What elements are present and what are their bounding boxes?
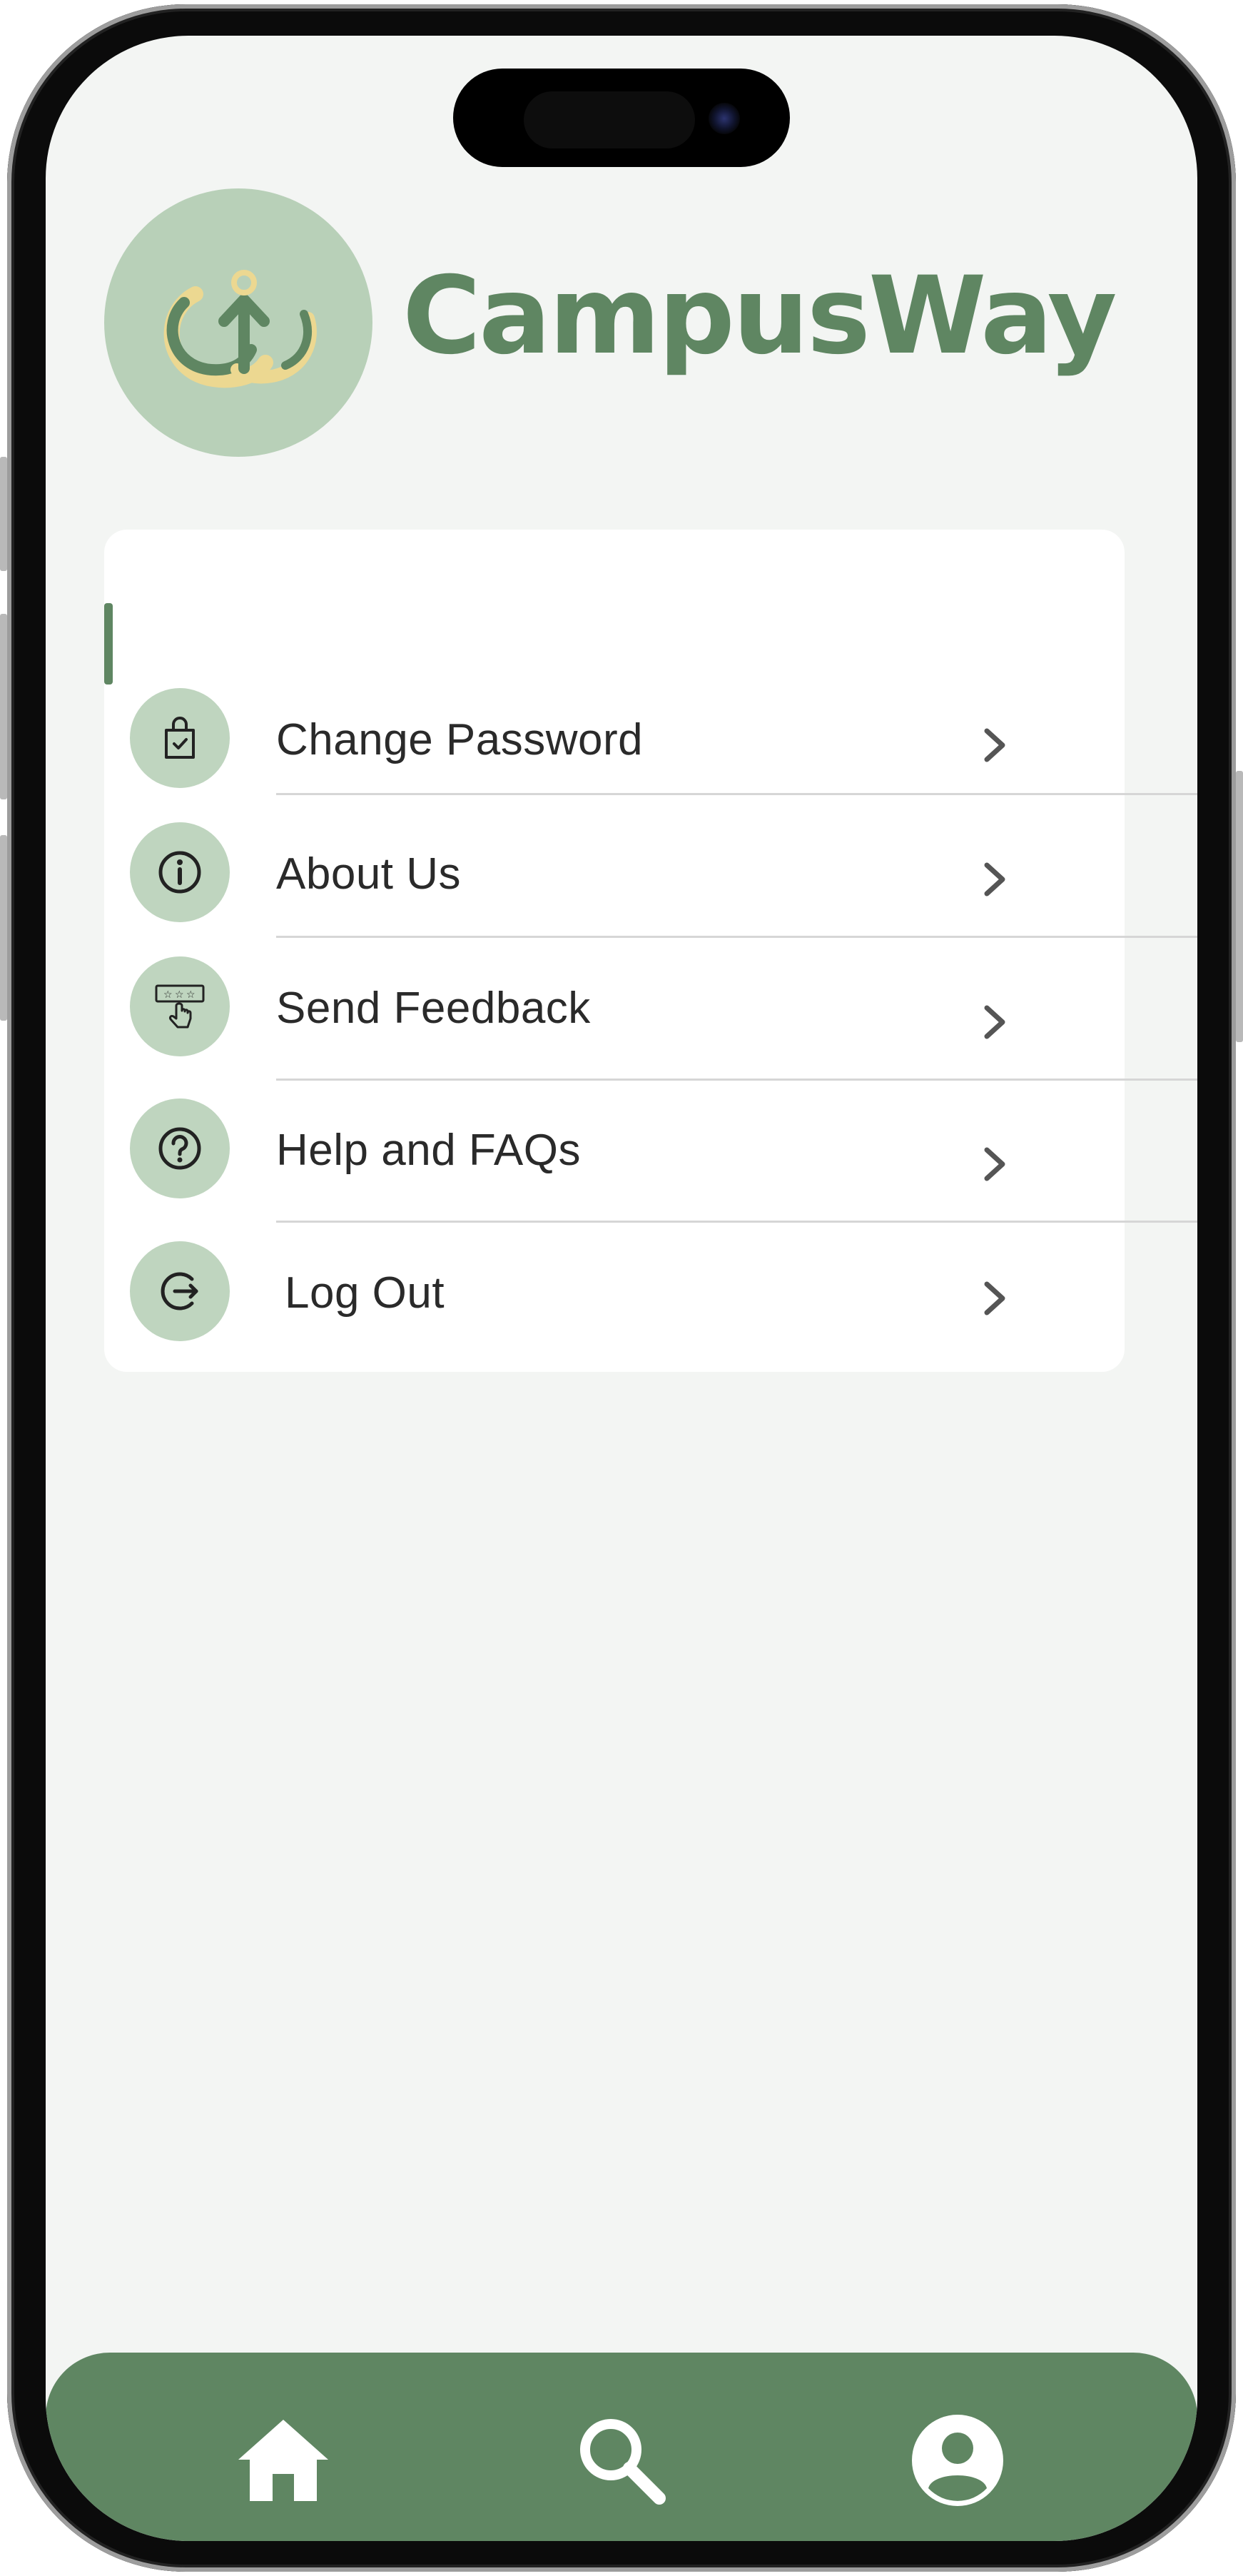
home-icon xyxy=(238,2420,328,2501)
chevron-right-icon xyxy=(984,1147,1005,1181)
divider xyxy=(276,1079,1197,1081)
logout-icon xyxy=(130,1241,230,1341)
divider xyxy=(276,936,1197,938)
volume-down-button xyxy=(0,835,7,1021)
nav-profile-button[interactable] xyxy=(911,2414,1004,2507)
info-icon xyxy=(130,822,230,922)
app-logo xyxy=(104,188,372,457)
campusway-logo-icon xyxy=(163,270,317,388)
feedback-rating-icon: ☆ ☆ ☆ xyxy=(130,956,230,1056)
chevron-right-icon xyxy=(984,862,1005,896)
chevron-right-icon xyxy=(984,728,1005,762)
menu-item-label: Log Out xyxy=(285,1268,445,1318)
menu-item-change-password[interactable]: Change Password xyxy=(46,681,1197,788)
divider xyxy=(276,1221,1197,1223)
password-bag-icon xyxy=(130,688,230,788)
front-camera xyxy=(709,103,740,134)
menu-item-label: Change Password xyxy=(276,715,644,764)
menu-item-label: Help and FAQs xyxy=(276,1126,581,1175)
divider xyxy=(276,793,1197,795)
search-icon xyxy=(580,2419,666,2505)
card-accent-bar xyxy=(104,603,113,685)
svg-text:☆: ☆ xyxy=(186,989,196,1001)
chevron-right-icon xyxy=(984,1281,1005,1315)
nav-home-button[interactable] xyxy=(237,2414,330,2507)
menu-item-send-feedback[interactable]: ☆ ☆ ☆ Send Feedback xyxy=(46,949,1197,1056)
profile-icon xyxy=(912,2415,1003,2506)
menu-item-label: About Us xyxy=(276,849,462,899)
nav-search-button[interactable] xyxy=(575,2414,668,2507)
menu-item-label: Send Feedback xyxy=(276,984,591,1033)
island-sensor xyxy=(524,91,695,148)
svg-text:☆: ☆ xyxy=(163,989,173,1001)
app-title: CampusWay xyxy=(402,254,1117,378)
help-icon xyxy=(130,1098,230,1198)
volume-up-button xyxy=(0,614,7,799)
menu-item-about-us[interactable]: About Us xyxy=(46,815,1197,922)
side-button xyxy=(0,457,7,571)
app-screen: CampusWay Change Password About Us ☆ ☆ ☆… xyxy=(46,36,1197,2541)
power-button xyxy=(1236,771,1243,1042)
bottom-nav-bar xyxy=(46,2353,1197,2541)
svg-text:☆: ☆ xyxy=(175,989,184,1001)
menu-item-log-out[interactable]: Log Out xyxy=(46,1234,1197,1341)
menu-item-help-faqs[interactable]: Help and FAQs xyxy=(46,1091,1197,1198)
chevron-right-icon xyxy=(984,1005,1005,1039)
